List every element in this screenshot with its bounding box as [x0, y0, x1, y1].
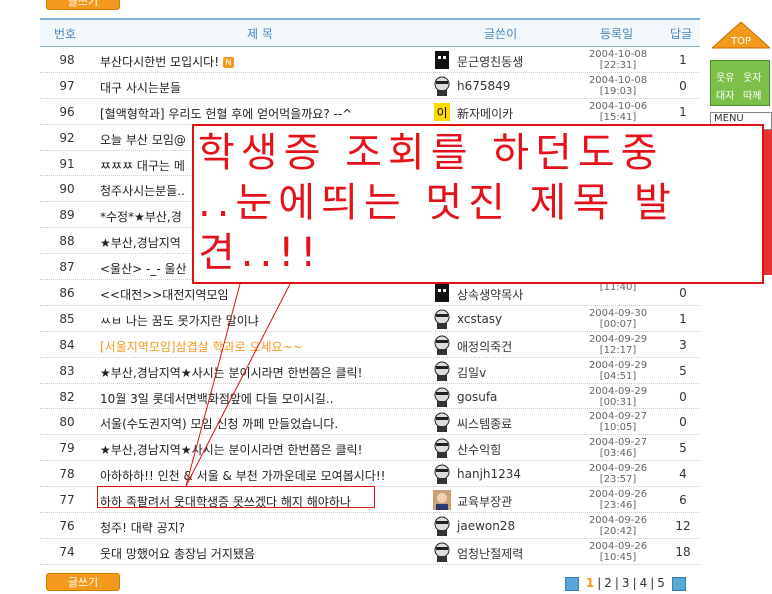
- annotation-pointer: [185, 283, 291, 487]
